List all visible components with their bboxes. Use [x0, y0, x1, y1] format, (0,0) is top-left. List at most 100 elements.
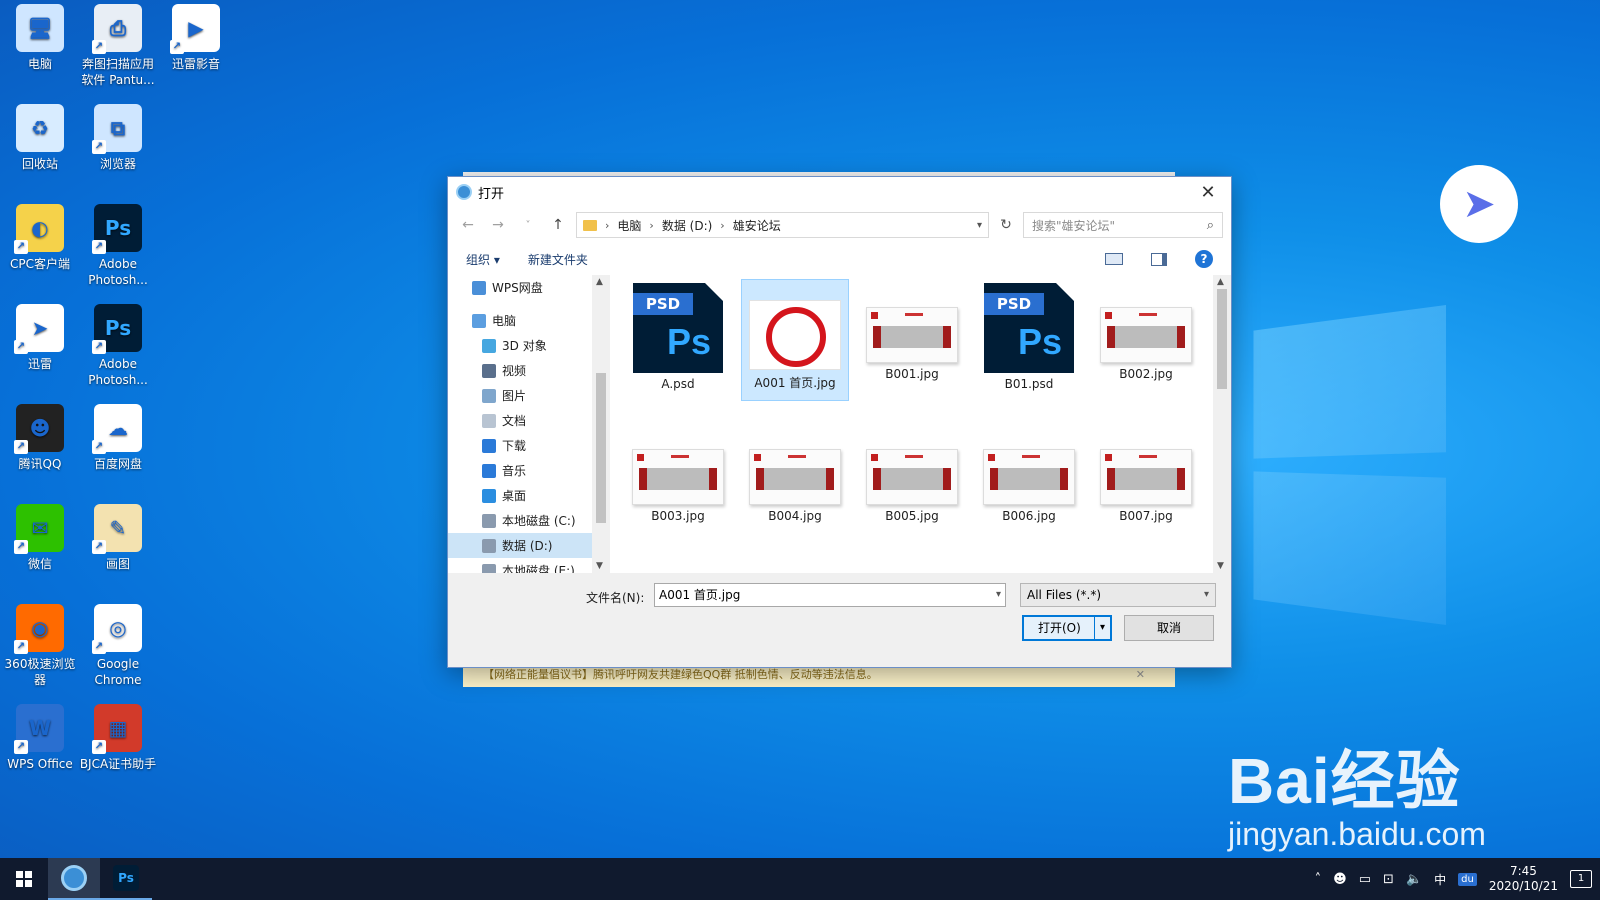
nav-item[interactable]: 3D 对象: [448, 333, 592, 358]
breadcrumb-computer[interactable]: 电脑: [617, 217, 641, 234]
breadcrumb-current-folder[interactable]: 雄安论坛: [733, 217, 781, 234]
file-item[interactable]: B006.jpg: [975, 421, 1083, 543]
battery-icon[interactable]: ▭: [1359, 872, 1371, 887]
desktop-shortcut[interactable]: ♻ 回收站: [0, 104, 80, 172]
file-item[interactable]: A001 首页.jpg: [741, 279, 849, 401]
desktop-shortcut-label: Adobe Photosh...: [88, 257, 148, 287]
file-item[interactable]: B002.jpg: [1092, 279, 1200, 401]
desktop-shortcut[interactable]: ☻ ↗ 腾讯QQ: [0, 404, 80, 472]
file-item[interactable]: B001.jpg: [858, 279, 966, 401]
volume-icon[interactable]: 🔈: [1406, 872, 1422, 887]
file-pane-scrollbar[interactable]: ▲ ▼: [1213, 275, 1231, 573]
address-bar[interactable]: › 电脑 › 数据 (D:) › 雄安论坛 ▾: [576, 212, 989, 238]
scroll-up-icon[interactable]: ▲: [596, 277, 603, 287]
network-icon[interactable]: ⊡: [1383, 872, 1394, 887]
desktop-shortcut[interactable]: ◐ ↗ CPC客户端: [0, 204, 80, 272]
image-thumbnail: [1100, 307, 1192, 363]
scrollbar-thumb[interactable]: [596, 373, 606, 523]
nav-item[interactable]: 下载: [448, 433, 592, 458]
desktop-shortcut[interactable]: ◎ ↗ Google Chrome: [78, 604, 158, 688]
nav-item[interactable]: 本地磁盘 (E:): [448, 558, 592, 573]
organize-button[interactable]: 组织 ▾: [466, 251, 500, 268]
nav-item[interactable]: 桌面: [448, 483, 592, 508]
scroll-up-icon[interactable]: ▲: [1217, 277, 1224, 287]
breadcrumb-drive-d[interactable]: 数据 (D:): [662, 217, 712, 234]
desktop-shortcut[interactable]: W ↗ WPS Office: [0, 704, 80, 772]
scroll-down-icon[interactable]: ▼: [596, 561, 603, 571]
desktop-shortcut[interactable]: ⎙ ↗ 奔图扫描应用软件 Pantu...: [78, 4, 158, 88]
shortcut-arrow-icon: ↗: [14, 340, 28, 354]
windows-logo-icon: [16, 871, 32, 887]
change-view-icon[interactable]: [1105, 253, 1123, 265]
close-icon[interactable]: ✕: [1193, 182, 1223, 203]
xunlei-floating-bird-icon[interactable]: ➤: [1440, 165, 1518, 243]
file-item[interactable]: B007.jpg: [1092, 421, 1200, 543]
navigation-bar: ← → ˅ ↑ › 电脑 › 数据 (D:) › 雄安论坛 ▾ ↻ 搜索"雄安论…: [448, 207, 1231, 243]
shortcut-arrow-icon: ↗: [14, 240, 28, 254]
wechat-icon: ✉ ↗: [14, 504, 64, 554]
up-arrow-icon[interactable]: ↑: [546, 217, 570, 233]
watermark-brand: Bai经验: [1228, 745, 1461, 817]
open-button[interactable]: 打开(O) ▾: [1022, 615, 1112, 641]
nav-pane-scrollbar[interactable]: ▲ ▼: [592, 275, 610, 573]
nav-item[interactable]: WPS网盘: [448, 275, 592, 300]
file-type-select[interactable]: All Files (*.*) ▾: [1020, 583, 1216, 607]
cancel-button[interactable]: 取消: [1124, 615, 1214, 641]
nav-item[interactable]: 图片: [448, 383, 592, 408]
nav-item[interactable]: 视频: [448, 358, 592, 383]
file-name: B006.jpg: [1002, 509, 1056, 523]
scroll-down-icon[interactable]: ▼: [1217, 561, 1224, 571]
nav-item[interactable]: 电脑: [448, 308, 592, 333]
desktop-shortcut[interactable]: ➤ ↗ 迅雷: [0, 304, 80, 372]
clock[interactable]: 7:45 2020/10/21: [1489, 864, 1558, 894]
nav-item[interactable]: 数据 (D:): [448, 533, 592, 558]
filename-input[interactable]: A001 首页.jpg ▾: [654, 583, 1006, 607]
refresh-icon[interactable]: ↻: [995, 217, 1017, 233]
forward-arrow-icon[interactable]: →: [486, 217, 510, 233]
notification-center-icon[interactable]: 1: [1570, 870, 1592, 888]
nav-item-label: 数据 (D:): [502, 539, 553, 553]
file-item[interactable]: B003.jpg: [624, 421, 732, 543]
nav-item[interactable]: 本地磁盘 (C:): [448, 508, 592, 533]
file-item[interactable]: B005.jpg: [858, 421, 966, 543]
chevron-down-icon[interactable]: ▾: [1204, 584, 1209, 606]
start-button[interactable]: [0, 858, 48, 900]
desktop-shortcut-label: 迅雷: [27, 357, 52, 371]
nav-item[interactable]: 文档: [448, 408, 592, 433]
baidu-tray-icon[interactable]: du: [1458, 872, 1477, 886]
desktop-shortcut[interactable]: ☁ ↗ 百度网盘: [78, 404, 158, 472]
chevron-down-icon[interactable]: ▾: [977, 220, 982, 231]
desktop-shortcut[interactable]: ▶ ↗ 迅雷影音: [156, 4, 236, 72]
file-item[interactable]: PSD Ps A.psd: [624, 279, 732, 401]
file-name: B004.jpg: [768, 509, 822, 523]
desktop-shortcut[interactable]: 🖥 电脑: [0, 4, 80, 72]
search-input[interactable]: 搜索"雄安论坛" ⌕: [1023, 212, 1223, 238]
tray-app-icon[interactable]: ☻: [1333, 872, 1347, 887]
desktop-shortcut[interactable]: Ps ↗ Adobe Photosh...: [78, 204, 158, 288]
scrollbar-thumb[interactable]: [1217, 289, 1227, 389]
nav-item-label: 视频: [502, 364, 527, 378]
new-folder-button[interactable]: 新建文件夹: [528, 251, 588, 268]
desktop-shortcut[interactable]: ✎ ↗ 画图: [78, 504, 158, 572]
file-item[interactable]: PSD Ps B01.psd: [975, 279, 1083, 401]
recent-locations-chevron-icon[interactable]: ˅: [516, 220, 540, 231]
search-icon[interactable]: ⌕: [1207, 218, 1214, 233]
chrome-icon: ◎ ↗: [92, 604, 142, 654]
desktop-shortcut[interactable]: ✉ ↗ 微信: [0, 504, 80, 572]
nav-item[interactable]: 音乐: [448, 458, 592, 483]
chevron-down-icon[interactable]: ▾: [1094, 617, 1110, 639]
desktop-shortcut[interactable]: ◉ ↗ 360极速浏览器: [0, 604, 80, 688]
show-hidden-icons-icon[interactable]: ˄: [1315, 872, 1322, 887]
taskbar-app-dialog[interactable]: [48, 858, 100, 900]
chevron-down-icon[interactable]: ▾: [996, 584, 1001, 606]
ime-indicator[interactable]: 中: [1434, 871, 1446, 888]
preview-pane-icon[interactable]: [1151, 252, 1167, 266]
taskbar-app-photoshop[interactable]: Ps: [100, 858, 152, 900]
file-name: B002.jpg: [1119, 367, 1173, 381]
desktop-shortcut[interactable]: Ps ↗ Adobe Photosh...: [78, 304, 158, 388]
desktop-shortcut[interactable]: ⧉ ↗ 浏览器: [78, 104, 158, 172]
desktop-shortcut[interactable]: ▦ ↗ BJCA证书助手: [78, 704, 158, 772]
help-icon[interactable]: ?: [1195, 250, 1213, 268]
back-arrow-icon[interactable]: ←: [456, 217, 480, 233]
file-item[interactable]: B004.jpg: [741, 421, 849, 543]
